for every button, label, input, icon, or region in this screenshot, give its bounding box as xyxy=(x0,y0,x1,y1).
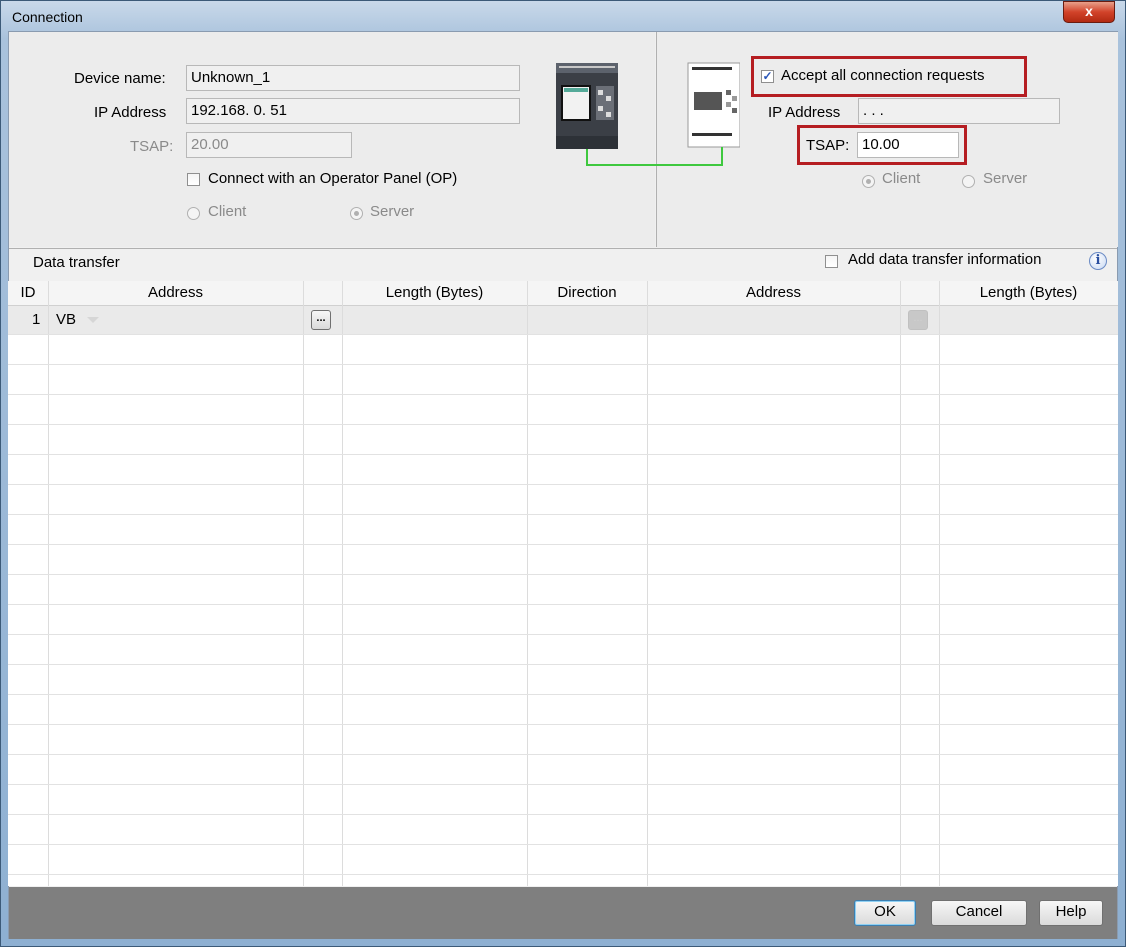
data-transfer-table: ID Address Length (Bytes) Direction Addr… xyxy=(8,281,1118,886)
row-divider xyxy=(8,784,1118,785)
op-checkbox-label: Connect with an Operator Panel (OP) xyxy=(208,170,458,187)
browse-button[interactable]: ... xyxy=(311,310,331,330)
column-divider xyxy=(900,281,901,886)
ip-address-field[interactable]: 192.168. 0. 51 xyxy=(186,98,520,124)
remote-device-icon xyxy=(687,62,740,148)
row-divider xyxy=(8,664,1118,665)
device-name-field[interactable]: Unknown_1 xyxy=(186,65,520,91)
remote-tsap-label: TSAP: xyxy=(806,137,850,154)
remote-client-label: Client xyxy=(882,170,921,187)
row-divider xyxy=(8,874,1118,875)
add-info-label: Add data transfer information xyxy=(848,251,1042,268)
column-divider xyxy=(342,281,343,886)
window-title: Connection xyxy=(12,9,83,25)
row-divider xyxy=(8,514,1118,515)
row-divider xyxy=(8,754,1118,755)
link-line xyxy=(586,147,723,166)
row-divider xyxy=(8,814,1118,815)
remote-server-label: Server xyxy=(983,170,1028,187)
add-info-checkbox[interactable] xyxy=(825,255,838,268)
ok-button[interactable]: OK xyxy=(854,900,916,926)
info-icon[interactable]: i xyxy=(1089,252,1107,270)
remote-server-radio[interactable] xyxy=(962,175,975,188)
remote-client-radio[interactable] xyxy=(862,175,875,188)
column-divider xyxy=(647,281,648,886)
row-address[interactable]: VB xyxy=(56,311,76,328)
column-header-remote-browse xyxy=(900,281,939,306)
row-divider xyxy=(8,844,1118,845)
column-header-direction[interactable]: Direction xyxy=(527,281,647,306)
dropdown-arrow-icon[interactable] xyxy=(87,317,99,323)
help-button[interactable]: Help xyxy=(1039,900,1103,926)
ip-address-label: IP Address xyxy=(94,104,167,121)
row-divider xyxy=(8,634,1118,635)
table-row[interactable] xyxy=(8,306,1118,334)
column-divider xyxy=(939,281,940,886)
connection-diagram xyxy=(556,62,740,166)
row-divider xyxy=(8,424,1118,425)
op-checkbox[interactable] xyxy=(187,173,200,186)
row-divider xyxy=(8,544,1118,545)
accept-checkbox-label: Accept all connection requests xyxy=(781,67,985,84)
column-header-browse xyxy=(303,281,342,306)
tsap-field[interactable]: 20.00 xyxy=(186,132,352,158)
column-divider xyxy=(527,281,528,886)
row-divider xyxy=(8,574,1118,575)
column-header-remote-address[interactable]: Address xyxy=(647,281,900,306)
column-divider xyxy=(48,281,49,886)
column-header-length[interactable]: Length (Bytes) xyxy=(342,281,527,306)
column-header-address[interactable]: Address xyxy=(48,281,303,306)
device-name-label: Device name: xyxy=(74,70,166,87)
data-transfer-label: Data transfer xyxy=(33,254,120,271)
row-divider xyxy=(8,334,1118,335)
close-button[interactable]: x xyxy=(1063,1,1115,23)
local-client-label: Client xyxy=(208,203,247,220)
local-server-label: Server xyxy=(370,203,415,220)
remote-ip-label: IP Address xyxy=(768,104,841,121)
row-divider xyxy=(8,454,1118,455)
cancel-button[interactable]: Cancel xyxy=(931,900,1027,926)
column-header-id[interactable]: ID xyxy=(8,281,48,306)
row-id: 1 xyxy=(32,311,41,328)
row-divider xyxy=(8,364,1118,365)
row-divider xyxy=(8,394,1118,395)
row-divider xyxy=(8,604,1118,605)
remote-browse-button[interactable]: ... xyxy=(908,310,928,330)
plc-device-icon xyxy=(556,63,618,149)
column-divider xyxy=(303,281,304,886)
accept-checkbox[interactable]: ✓ xyxy=(761,70,774,83)
local-client-radio[interactable] xyxy=(187,207,200,220)
row-divider xyxy=(8,724,1118,725)
row-divider xyxy=(8,694,1118,695)
tsap-label: TSAP: xyxy=(130,138,174,155)
column-header-remote-length[interactable]: Length (Bytes) xyxy=(939,281,1118,306)
remote-tsap-field[interactable]: 10.00 xyxy=(857,132,959,158)
row-divider xyxy=(8,484,1118,485)
local-server-radio[interactable] xyxy=(350,207,363,220)
remote-ip-field[interactable]: . . . xyxy=(858,98,1060,124)
